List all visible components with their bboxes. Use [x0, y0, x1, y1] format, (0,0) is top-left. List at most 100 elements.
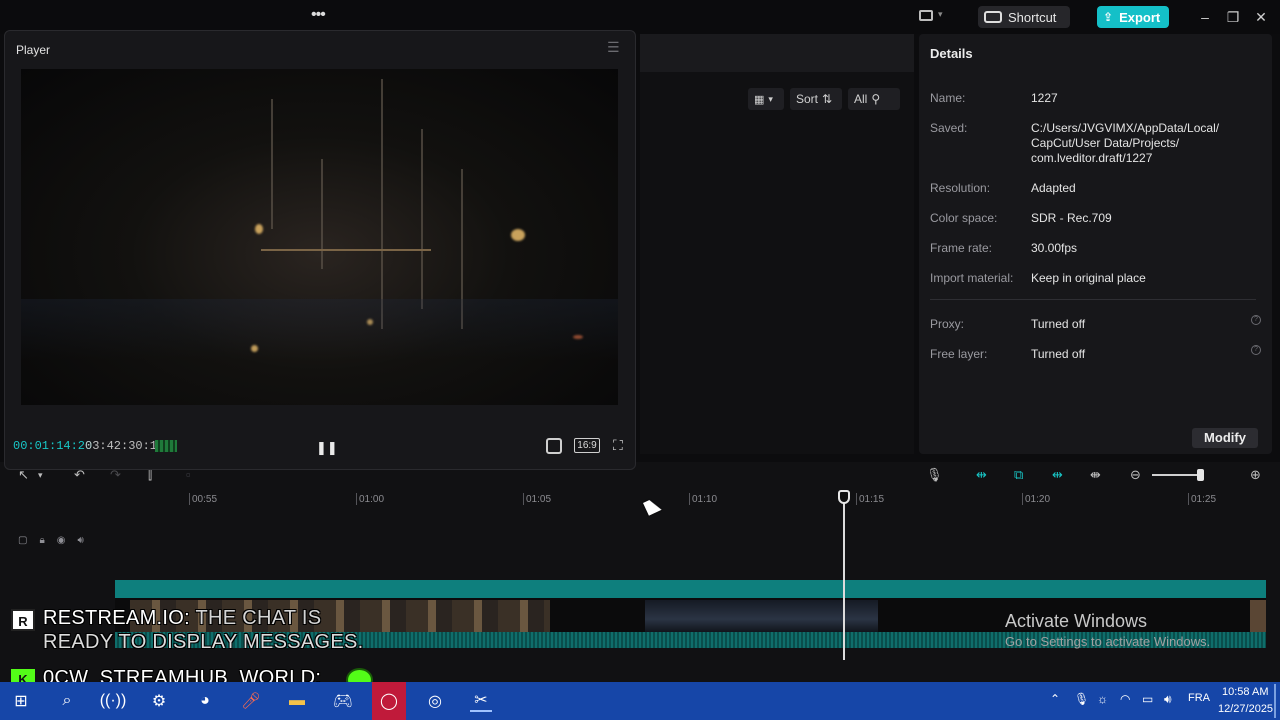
- details-panel: Details Name: 1227 Saved: C:/Users/JVGVI…: [919, 34, 1272, 454]
- ruler-tick-label: 01:20: [1025, 494, 1051, 505]
- video-preview[interactable]: [21, 69, 618, 405]
- playhead-line[interactable]: [843, 492, 845, 660]
- menu-icon[interactable]: ☰: [607, 39, 620, 56]
- minimize-icon[interactable]: –: [1196, 8, 1214, 26]
- chat-text: THE CHAT IS: [195, 607, 322, 629]
- help-icon[interactable]: ?: [1251, 315, 1261, 325]
- ruler-tick-label: 00:55: [192, 494, 218, 505]
- chevron-down-icon[interactable]: ▾: [938, 9, 943, 20]
- layout-icon[interactable]: [919, 10, 933, 21]
- zoom-in-icon[interactable]: ⊕: [1250, 467, 1261, 483]
- link-clips-icon[interactable]: ⇹: [976, 467, 987, 483]
- battery-icon[interactable]: ▭: [1142, 692, 1153, 706]
- broadcast-icon[interactable]: ((·)): [100, 690, 127, 712]
- activate-windows-subtitle: Go to Settings to activate Windows.: [1005, 634, 1211, 649]
- grid-icon: ▦: [754, 93, 765, 106]
- audio-level-icon: [155, 440, 177, 452]
- ruler-tick: [523, 493, 524, 505]
- gear-app-icon[interactable]: ⚙: [148, 690, 170, 712]
- view-toggle[interactable]: ▦ ▾: [748, 88, 784, 110]
- upload-icon: ⇪: [1103, 10, 1114, 24]
- snap-icon[interactable]: ⇹: [1052, 467, 1063, 483]
- opera-icon[interactable]: ◯: [372, 682, 406, 720]
- restore-icon[interactable]: ❐: [1224, 8, 1242, 26]
- microphone-app-icon[interactable]: 🎤︎: [240, 690, 262, 712]
- shortcut-label: Shortcut: [1008, 9, 1057, 25]
- light-spot: [255, 224, 263, 234]
- wifi-icon[interactable]: ◠: [1120, 692, 1130, 706]
- fit-screen-icon[interactable]: [546, 438, 562, 454]
- capcut-icon[interactable]: ✂: [470, 690, 492, 712]
- free-layer-value: Turned off: [1031, 347, 1086, 361]
- lock-icon[interactable]: 🔒︎: [39, 535, 44, 546]
- ruler-tick: [189, 493, 190, 505]
- magnet-icon[interactable]: ⧉: [1014, 467, 1023, 483]
- microphone-icon[interactable]: 🎙: [926, 467, 943, 483]
- show-hidden-icons[interactable]: ⌃: [1050, 692, 1060, 706]
- split-screen-icon[interactable]: ⇼: [1090, 467, 1101, 483]
- light-streak: [261, 249, 431, 251]
- pause-icon[interactable]: ❚❚: [316, 440, 338, 456]
- chat-message-line: RESTREAM.IO: THE CHAT IS: [43, 607, 321, 630]
- ruler-tick: [856, 493, 857, 505]
- windows-start-icon[interactable]: ⊞: [10, 690, 32, 712]
- chevron-down-icon[interactable]: ▾: [38, 470, 43, 481]
- frame-rate-label: Frame rate:: [930, 241, 993, 255]
- ruler-tick: [1188, 493, 1189, 505]
- notification-edge[interactable]: [1274, 684, 1276, 718]
- shortcut-button[interactable]: Shortcut: [978, 6, 1070, 28]
- keyboard-icon: [984, 11, 1002, 23]
- more-dots-icon[interactable]: •••: [311, 6, 326, 24]
- folder-icon[interactable]: ▬: [286, 690, 308, 712]
- sort-icon: ⇅: [822, 92, 833, 106]
- speaker-icon[interactable]: 🔊︎: [78, 535, 84, 546]
- clock-time[interactable]: 10:58 AM: [1222, 686, 1268, 698]
- ruler-tick-label: 01:10: [692, 494, 718, 505]
- player-title: Player: [16, 43, 51, 57]
- language-indicator[interactable]: FRA: [1188, 692, 1210, 704]
- light-streak: [271, 99, 273, 229]
- filter-button[interactable]: All ⚲: [848, 88, 900, 110]
- saved-value: C:/Users/JVGVIMX/AppData/Local/ CapCut/U…: [1031, 121, 1220, 165]
- aspect-ratio-button[interactable]: 16:9: [574, 438, 600, 453]
- name-label: Name:: [930, 91, 966, 105]
- browser-icon[interactable]: ◕: [194, 690, 216, 712]
- chat-author: RESTREAM.IO:: [43, 607, 190, 629]
- help-icon[interactable]: ?: [1251, 345, 1261, 355]
- light-streak: [381, 79, 383, 329]
- zoom-slider-handle[interactable]: [1197, 469, 1204, 481]
- export-button[interactable]: ⇪ Export: [1097, 6, 1169, 28]
- microphone-tray-icon[interactable]: 🎙︎: [1074, 692, 1089, 706]
- playhead-handle[interactable]: [838, 490, 850, 504]
- cover-icon[interactable]: ▢: [18, 535, 27, 546]
- ruler-tick: [1022, 493, 1023, 505]
- close-icon[interactable]: ✕: [1252, 8, 1270, 26]
- light-streak: [321, 159, 323, 269]
- current-time: 00:01:14:20: [13, 439, 93, 453]
- zoom-out-icon[interactable]: ⊖: [1130, 467, 1141, 483]
- player-window: Player ☰ 00:01:14:20 03:42:30:10 ❚❚ 16:9…: [4, 30, 636, 470]
- fullscreen-icon[interactable]: ⛶: [613, 437, 623, 454]
- export-label: Export: [1119, 9, 1161, 25]
- audio-track-bar[interactable]: [115, 580, 1266, 598]
- proxy-value: Turned off: [1031, 317, 1086, 331]
- light-spot: [511, 229, 525, 241]
- chevron-down-icon: ▾: [768, 93, 773, 104]
- track-header: ▢ 🔒︎ ◉ 🔊︎: [18, 535, 84, 546]
- search-icon[interactable]: ⌕: [56, 690, 78, 712]
- import-material-label: Import material:: [930, 271, 1014, 285]
- eye-icon[interactable]: ◉: [57, 535, 66, 546]
- frame-rate-value: 30.00fps: [1031, 241, 1078, 255]
- ruler-tick-label: 01:15: [859, 494, 885, 505]
- chat-message-line: READY TO DISPLAY MESSAGES.: [43, 631, 364, 653]
- modify-button[interactable]: Modify: [1192, 428, 1258, 448]
- color-space-label: Color space:: [930, 211, 998, 225]
- clock-date[interactable]: 12/27/2025: [1218, 703, 1273, 715]
- media-tab-bar: [640, 34, 914, 72]
- volume-icon[interactable]: 🔊︎: [1164, 692, 1172, 707]
- resolution-value: Adapted: [1031, 181, 1076, 195]
- sort-button[interactable]: Sort ⇅: [790, 88, 842, 110]
- gamepad-icon[interactable]: 🎮︎: [332, 690, 354, 712]
- brightness-icon[interactable]: ☼: [1097, 692, 1108, 706]
- obs-icon[interactable]: ◎: [424, 690, 446, 712]
